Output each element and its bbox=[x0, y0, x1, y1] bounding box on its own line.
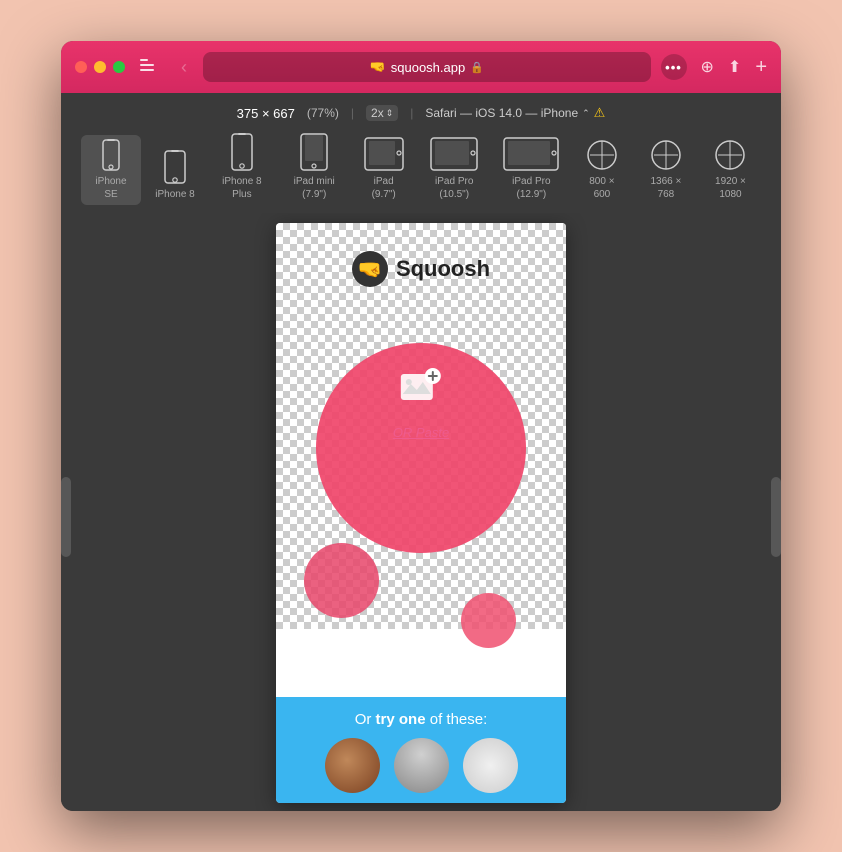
new-tab-icon[interactable]: + bbox=[755, 56, 767, 79]
device-ipad-pro-10-label: iPad Pro (10.5") bbox=[426, 175, 483, 201]
lock-icon: 🔒 bbox=[470, 61, 484, 74]
device-1366x768[interactable]: 1366 × 768 bbox=[636, 135, 696, 205]
sidebar-toggle-button[interactable] bbox=[135, 56, 165, 78]
ipad-mini-icon bbox=[300, 133, 328, 171]
chevron-down-icon: ⌃ bbox=[582, 108, 590, 119]
upload-area[interactable]: OR Paste bbox=[393, 368, 449, 440]
ipad-pro-12-icon bbox=[503, 137, 559, 171]
device-800x600-label: 800 × 600 bbox=[580, 175, 624, 201]
url-text: squoosh.app bbox=[391, 60, 465, 75]
device-1920x1080[interactable]: 1920 × 1080 bbox=[700, 135, 761, 205]
upload-icon bbox=[399, 368, 443, 412]
address-bar[interactable]: 🤜 squoosh.app 🔒 bbox=[203, 52, 651, 82]
ipad-pro-10-icon bbox=[430, 137, 478, 171]
browser-window: ‹ 🤜 squoosh.app 🔒 ••• ⊕ ⬆ + 375 × 667 (7… bbox=[61, 41, 781, 811]
device-iphone-se-label: iPhone SE bbox=[89, 175, 133, 201]
sample-image-1[interactable] bbox=[325, 738, 380, 793]
scale-selector[interactable]: 2x ⇕ bbox=[366, 105, 398, 121]
dimensions-percent: (77%) bbox=[307, 106, 339, 120]
separator-1: | bbox=[351, 106, 354, 120]
device-ipad-pro-12[interactable]: iPad Pro (12.9") bbox=[495, 133, 568, 205]
logo-emoji: 🤜 bbox=[357, 257, 382, 282]
close-button[interactable] bbox=[75, 61, 87, 73]
sample-image-3[interactable] bbox=[463, 738, 518, 793]
monitor-800-icon bbox=[582, 139, 622, 171]
sidebar-icon bbox=[140, 59, 160, 75]
try-these-section: Or try one of these: bbox=[276, 697, 566, 803]
device-ipad-pro-10[interactable]: iPad Pro (10.5") bbox=[418, 133, 491, 205]
monitor-1366-icon bbox=[646, 139, 686, 171]
ipad-icon bbox=[364, 137, 404, 171]
minimize-button[interactable] bbox=[94, 61, 106, 73]
scale-value: 2x bbox=[371, 106, 384, 120]
warning-icon: ⚠ bbox=[594, 105, 606, 121]
dimensions-bar: 375 × 667 (77%) | 2x ⇕ | Safari — iOS 14… bbox=[237, 105, 606, 121]
scroll-right-handle[interactable] bbox=[771, 477, 781, 557]
device-ipad-pro-12-label: iPad Pro (12.9") bbox=[503, 175, 560, 201]
or-paste-text: OR Paste bbox=[393, 425, 449, 440]
device-ipad-label: iPad (9.7") bbox=[362, 175, 406, 201]
device-iphone-8-label: iPhone 8 bbox=[155, 188, 194, 201]
browser-info: Safari — iOS 14.0 — iPhone ⌃ ⚠ bbox=[425, 105, 605, 121]
try-prefix: Or bbox=[355, 711, 376, 728]
dimensions-size: 375 × 667 bbox=[237, 106, 295, 121]
separator-2: | bbox=[410, 106, 413, 120]
squoosh-app: 🤜 Squoosh bbox=[276, 223, 566, 803]
try-text: Or try one of these: bbox=[355, 711, 488, 728]
sidebar-icon-bar bbox=[140, 59, 148, 61]
device-iphone-se[interactable]: iPhone SE bbox=[81, 135, 141, 205]
monitor-1920-icon bbox=[710, 139, 750, 171]
try-suffix: of these: bbox=[426, 711, 488, 728]
device-ipad-mini[interactable]: iPad mini (7.9") bbox=[279, 129, 350, 205]
iphone-8-plus-icon bbox=[231, 133, 253, 171]
sidebar-icon-bar bbox=[140, 69, 154, 71]
squoosh-content: 🤜 Squoosh bbox=[276, 223, 566, 803]
sample-image-2[interactable] bbox=[394, 738, 449, 793]
favicon-icon: 🤜 bbox=[370, 59, 386, 75]
titlebar-left: ‹ bbox=[75, 55, 193, 80]
upload-icon-wrap bbox=[399, 368, 443, 417]
scroll-left-handle[interactable] bbox=[61, 477, 71, 557]
share-icon[interactable]: ⬆ bbox=[728, 57, 741, 77]
main-viewport: 🤜 Squoosh bbox=[61, 213, 781, 811]
try-bold: try one bbox=[376, 711, 426, 728]
iphone-se-icon bbox=[102, 139, 120, 171]
device-1920x1080-label: 1920 × 1080 bbox=[708, 175, 753, 201]
squoosh-app-name: Squoosh bbox=[396, 256, 490, 282]
device-800x600[interactable]: 800 × 600 bbox=[572, 135, 632, 205]
browser-info-text: Safari — iOS 14.0 — iPhone bbox=[425, 106, 578, 120]
titlebar-right: ••• ⊕ ⬆ + bbox=[661, 54, 768, 80]
device-iphone-8-plus[interactable]: iPhone 8 Plus bbox=[209, 129, 275, 205]
titlebar: ‹ 🤜 squoosh.app 🔒 ••• ⊕ ⬆ + bbox=[61, 41, 781, 93]
scale-arrow-icon: ⇕ bbox=[386, 108, 394, 119]
squoosh-logo: 🤜 Squoosh bbox=[352, 251, 490, 287]
sidebar-icon-bar bbox=[140, 64, 154, 66]
device-picker: iPhone SE iPhone 8 bbox=[61, 129, 781, 205]
more-options-button[interactable]: ••• bbox=[661, 54, 687, 80]
try-images bbox=[325, 738, 518, 793]
device-1366x768-label: 1366 × 768 bbox=[644, 175, 688, 201]
device-iphone-8-plus-label: iPhone 8 Plus bbox=[217, 175, 267, 201]
toolbar: 375 × 667 (77%) | 2x ⇕ | Safari — iOS 14… bbox=[61, 93, 781, 213]
download-icon[interactable]: ⊕ bbox=[701, 57, 714, 77]
traffic-lights bbox=[75, 61, 125, 73]
device-iphone-8[interactable]: iPhone 8 bbox=[145, 146, 205, 205]
iphone-preview-frame: 🤜 Squoosh bbox=[276, 223, 566, 803]
device-ipad[interactable]: iPad (9.7") bbox=[354, 133, 414, 205]
back-button[interactable]: ‹ bbox=[175, 55, 193, 80]
device-ipad-mini-label: iPad mini (7.9") bbox=[287, 175, 342, 201]
iphone-8-icon bbox=[164, 150, 186, 184]
maximize-button[interactable] bbox=[113, 61, 125, 73]
squoosh-logo-icon: 🤜 bbox=[352, 251, 388, 287]
